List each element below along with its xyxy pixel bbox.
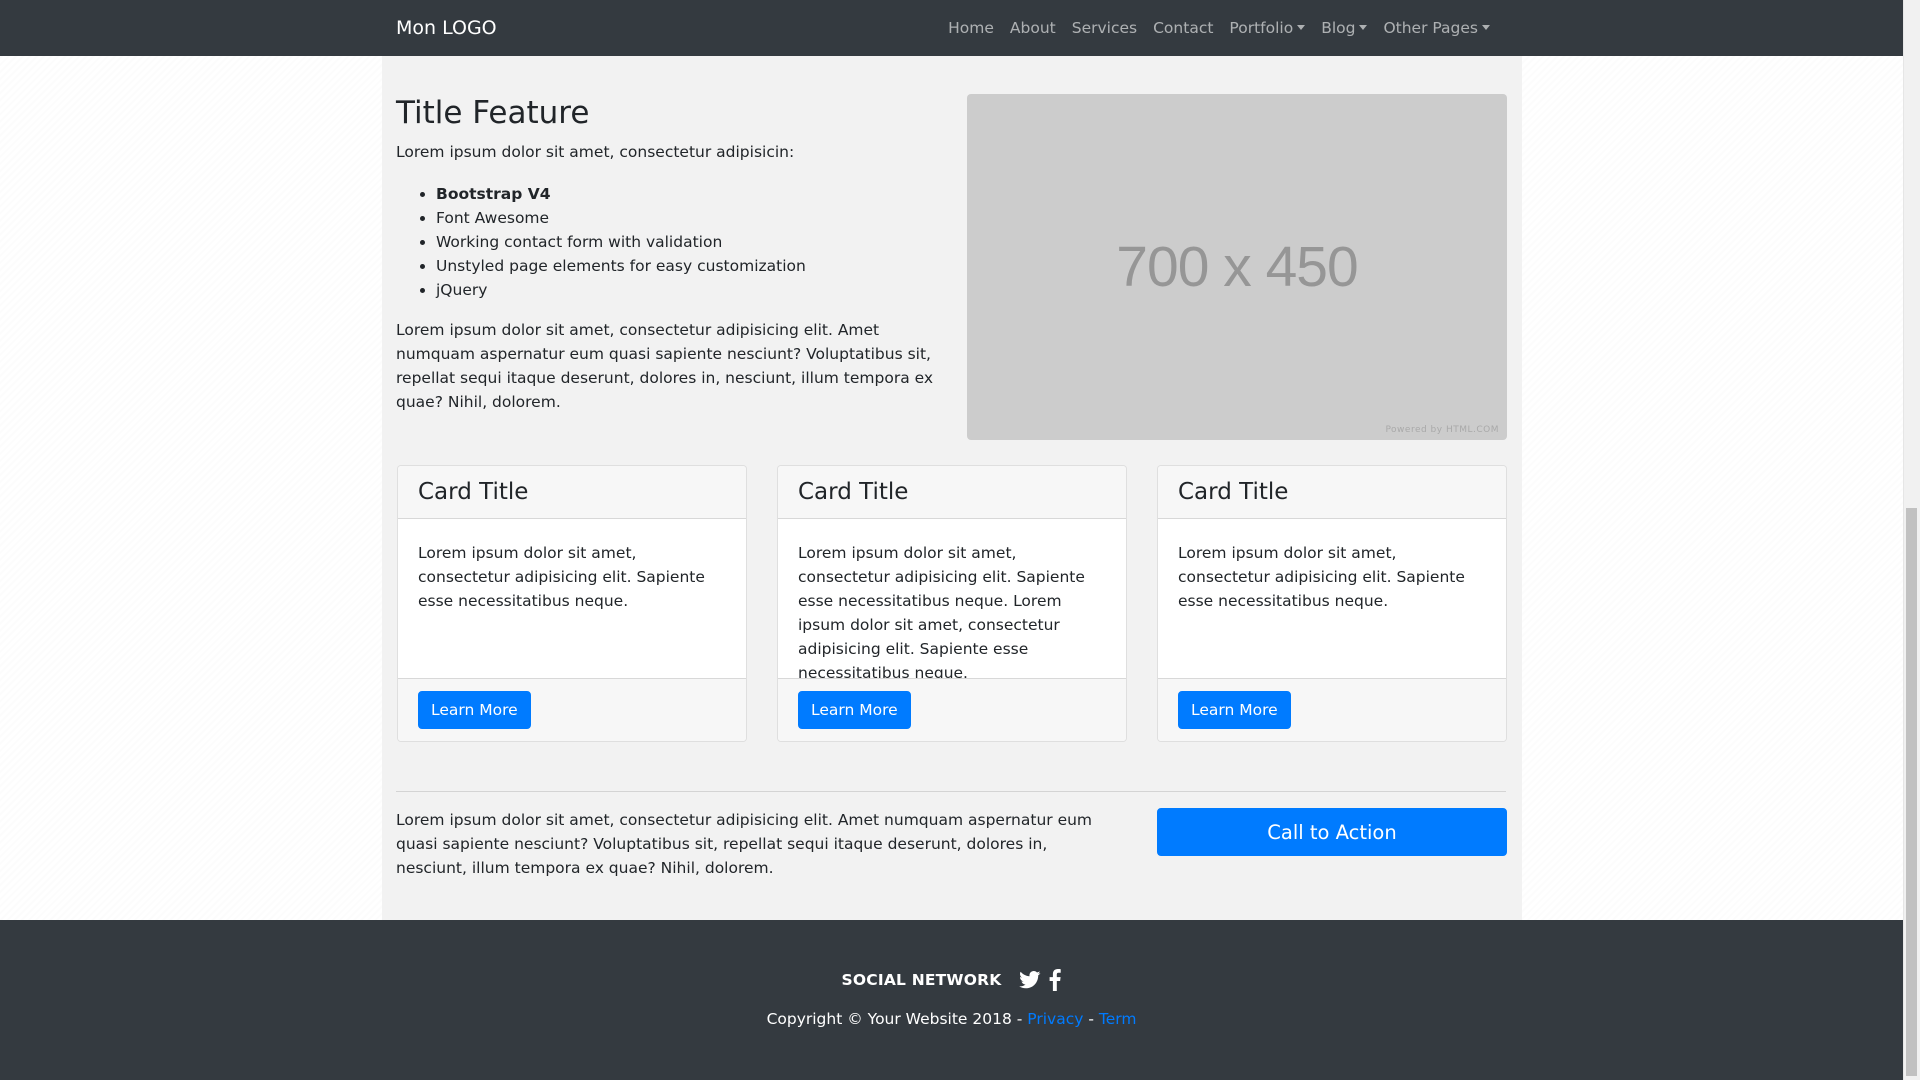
social-network: SOCIAL NETWORK <box>0 969 1903 991</box>
feature-intro: Lorem ipsum dolor sit amet, consectetur … <box>396 143 795 161</box>
feature-list: Bootstrap V4 Font Awesome Working contac… <box>436 182 806 302</box>
brand-logo[interactable]: Mon LOGO <box>396 15 497 41</box>
nav-dropdown-blog[interactable]: Blog <box>1313 19 1375 37</box>
nav-link-label: Contact <box>1153 19 1214 37</box>
divider <box>396 791 1506 792</box>
nav-dropdown-portfolio[interactable]: Portfolio <box>1221 19 1313 37</box>
cta-text: Lorem ipsum dolor sit amet, consectetur … <box>396 811 1093 877</box>
privacy-link[interactable]: Privacy <box>1027 1010 1083 1028</box>
card-title: Card Title <box>798 479 909 505</box>
card: Card Title Lorem ipsum dolor sit amet, c… <box>1157 465 1507 742</box>
nav-link-label: Other Pages <box>1383 19 1478 37</box>
card-title: Card Title <box>1178 479 1289 505</box>
nav-links: Home About Services Contact Portfolio Bl… <box>940 0 1498 56</box>
card: Card Title Lorem ipsum dolor sit amet, c… <box>777 465 1127 742</box>
nav-link-home[interactable]: Home <box>940 19 1002 37</box>
twitter-icon[interactable] <box>1019 971 1041 989</box>
card-title: Card Title <box>418 479 529 505</box>
copyright-text: Copyright © Your Website 2018 - <box>766 1010 1028 1028</box>
placeholder-image: 700 x 450 Powered by HTML.COM <box>967 94 1507 440</box>
nav-link-label: About <box>1009 19 1056 37</box>
card-header: Card Title <box>398 466 746 519</box>
image-credit: Powered by HTML.COM <box>1385 425 1499 435</box>
facebook-icon[interactable] <box>1049 969 1062 991</box>
card-header: Card Title <box>1158 466 1506 519</box>
call-to-action-button[interactable]: Call to Action <box>1157 808 1507 856</box>
term-link[interactable]: Term <box>1099 1010 1137 1028</box>
card-body: Lorem ipsum dolor sit amet, consectetur … <box>418 544 705 610</box>
list-item: Font Awesome <box>436 206 806 230</box>
list-item: Bootstrap V4 <box>436 182 806 206</box>
placeholder-dimensions: 700 x 450 <box>1116 235 1358 299</box>
list-item: Unstyled page elements for easy customiz… <box>436 254 806 278</box>
card-footer: Learn More <box>398 678 746 741</box>
feature-paragraph: Lorem ipsum dolor sit amet, consectetur … <box>396 321 934 411</box>
nav-link-about[interactable]: About <box>1002 19 1064 37</box>
nav-link-label: Home <box>948 19 994 37</box>
nav-link-label: Portfolio <box>1229 19 1294 37</box>
footer: SOCIAL NETWORK Copyright © Your Website … <box>0 920 1903 1080</box>
learn-more-button[interactable]: Learn More <box>798 691 911 729</box>
list-item: jQuery <box>436 278 806 302</box>
learn-more-button[interactable]: Learn More <box>418 691 531 729</box>
learn-more-button[interactable]: Learn More <box>1178 691 1291 729</box>
card-body: Lorem ipsum dolor sit amet, consectetur … <box>1178 544 1465 610</box>
separator: - <box>1083 1010 1099 1028</box>
caret-down-icon <box>1482 24 1490 30</box>
card-footer: Learn More <box>778 678 1126 741</box>
caret-down-icon <box>1297 24 1306 30</box>
nav-link-services[interactable]: Services <box>1064 19 1145 37</box>
scrollbar-thumb[interactable] <box>1906 508 1917 1076</box>
copyright: Copyright © Your Website 2018 - Privacy … <box>0 1010 1903 1028</box>
feature-title: Title Feature <box>396 95 590 131</box>
card: Card Title Lorem ipsum dolor sit amet, c… <box>397 465 747 742</box>
social-label: SOCIAL NETWORK <box>841 971 1002 989</box>
card-body: Lorem ipsum dolor sit amet, consectetur … <box>798 544 1085 682</box>
nav-link-label: Services <box>1071 19 1138 37</box>
list-item: Working contact form with validation <box>436 230 806 254</box>
nav-link-label: Blog <box>1321 19 1356 37</box>
page: Mon LOGO Home About Services Contact Por… <box>0 0 1903 1080</box>
card-footer: Learn More <box>1158 678 1506 741</box>
card-header: Card Title <box>778 466 1126 519</box>
nav-link-contact[interactable]: Contact <box>1145 19 1221 37</box>
caret-down-icon <box>1359 24 1368 30</box>
navbar: Mon LOGO Home About Services Contact Por… <box>0 0 1903 56</box>
nav-dropdown-other-pages[interactable]: Other Pages <box>1375 19 1498 37</box>
